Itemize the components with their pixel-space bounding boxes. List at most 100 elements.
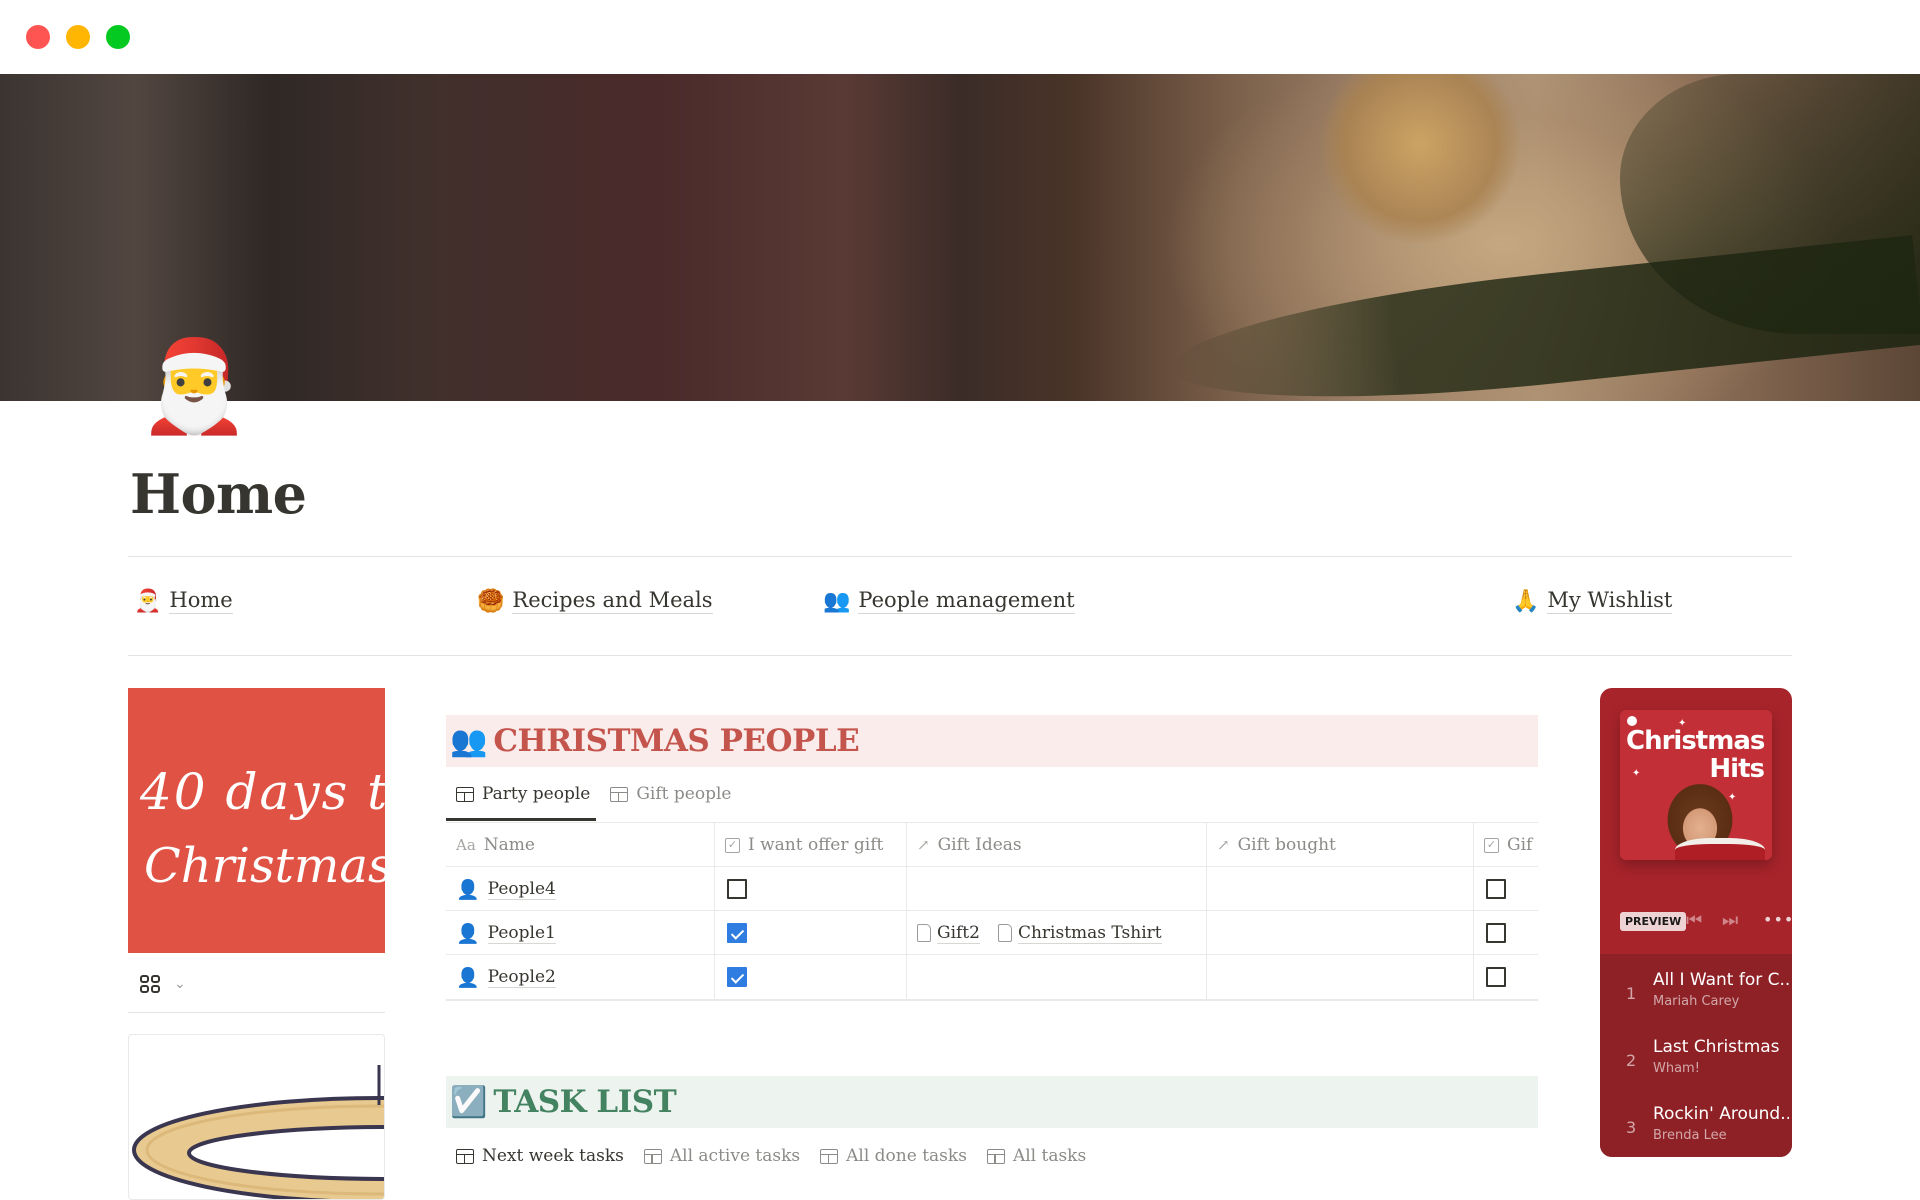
close-window-button[interactable] <box>26 25 50 49</box>
chevron-down-icon: ⌄ <box>174 976 186 992</box>
nav-link-label: Home <box>169 588 233 614</box>
person-name-link[interactable]: People2 <box>487 967 556 988</box>
person-name-link[interactable]: People1 <box>487 923 556 944</box>
gift-done-cell <box>1474 867 1538 911</box>
sparkle-icon: ✦ <box>1678 718 1687 729</box>
offer-gift-checkbox[interactable] <box>727 879 747 899</box>
divider <box>128 556 1792 557</box>
gift-bought-cell[interactable] <box>1207 911 1474 955</box>
tab-label: All active tasks <box>669 1146 801 1166</box>
nav-link-label: My Wishlist <box>1547 588 1673 614</box>
column-label: I want offer gift <box>748 835 884 855</box>
track-item[interactable]: 2 Last Christmas Wham! <box>1600 1027 1792 1087</box>
tab-all-done-tasks[interactable]: All done tasks <box>810 1139 977 1173</box>
section-heading: CHRISTMAS PEOPLE <box>493 723 860 759</box>
table-view-icon <box>643 1148 662 1164</box>
track-artist: Brenda Lee <box>1653 1128 1727 1143</box>
nav-link-wishlist[interactable]: 🙏 My Wishlist <box>1512 588 1673 614</box>
gift-bought-cell[interactable] <box>1207 867 1474 911</box>
maximize-window-button[interactable] <box>106 25 130 49</box>
minimize-window-button[interactable] <box>66 25 90 49</box>
relation-link[interactable]: Gift2 <box>937 923 980 944</box>
nav-link-recipes[interactable]: 🥮 Recipes and Meals <box>477 588 713 614</box>
person-name-link[interactable]: People4 <box>487 879 556 900</box>
countdown-card[interactable]: 40 days to Christmas! <box>128 688 385 953</box>
cover-image <box>0 74 1920 401</box>
tab-next-week-tasks[interactable]: Next week tasks <box>446 1139 634 1173</box>
wreath-pixel-art <box>132 1065 384 1199</box>
divider <box>128 655 1792 656</box>
track-title: Rockin' Around.. <box>1653 1104 1789 1124</box>
tab-gift-people[interactable]: Gift people <box>600 777 741 811</box>
active-tab-indicator <box>446 818 596 821</box>
gift-done-checkbox[interactable] <box>1486 967 1506 987</box>
santa-icon: 🎅 <box>134 588 162 614</box>
gift-ideas-cell[interactable]: Gift2 Christmas Tshirt <box>907 911 1207 955</box>
next-track-icon[interactable]: ⏭ <box>1722 910 1738 931</box>
playlist-cover-art[interactable]: Christmas Hits ✦ ✦ ✦ <box>1620 710 1772 860</box>
previous-track-icon[interactable]: ⏮ <box>1686 910 1702 931</box>
nav-link-people[interactable]: 👥 People management <box>823 588 1075 614</box>
tab-label: All tasks <box>1012 1146 1087 1166</box>
column-label: Gif <box>1507 835 1533 855</box>
artist-photo-coat <box>1675 838 1765 860</box>
column-header-gift-ideas[interactable]: ↗ Gift Ideas <box>907 823 1207 867</box>
person-icon: 👤 <box>456 878 480 901</box>
tab-all-tasks[interactable]: All tasks <box>977 1139 1096 1173</box>
offer-gift-checkbox[interactable] <box>727 923 747 943</box>
column-header-gift-done[interactable]: ✓ Gif <box>1474 823 1538 867</box>
nav-link-home[interactable]: 🎅 Home <box>134 588 233 614</box>
offer-gift-cell <box>715 955 907 999</box>
offer-gift-checkbox[interactable] <box>727 967 747 987</box>
people-view-tabs: Party people Gift people <box>446 777 741 811</box>
column-header-name[interactable]: Aa Name <box>446 823 715 867</box>
santa-page-icon[interactable]: 🎅 <box>138 342 250 432</box>
gift-done-checkbox[interactable] <box>1486 879 1506 899</box>
column-label: Name <box>483 835 535 855</box>
track-number: 3 <box>1626 1118 1637 1137</box>
countdown-text-line1: 40 days to <box>140 763 385 821</box>
nav-link-label: People management <box>858 588 1075 614</box>
table-view-icon <box>456 786 474 802</box>
tab-all-active-tasks[interactable]: All active tasks <box>634 1139 810 1173</box>
track-title: Last Christmas <box>1653 1037 1780 1057</box>
track-item[interactable]: 3 Rockin' Around.. Brenda Lee <box>1600 1094 1792 1154</box>
track-artist: Wham! <box>1653 1061 1700 1076</box>
gift-ideas-cell[interactable] <box>907 955 1207 999</box>
gallery-view-switcher[interactable]: ⌄ <box>140 975 186 993</box>
gift-done-cell <box>1474 911 1538 955</box>
gift-done-checkbox[interactable] <box>1486 923 1506 943</box>
gift-ideas-cell[interactable] <box>907 867 1207 911</box>
person-icon: 👤 <box>456 922 480 945</box>
table-row[interactable]: 👤 People1 Gift2 Christmas Tshirt <box>446 911 1538 955</box>
track-item[interactable]: 1 All I Want for C.. Mariah Carey <box>1600 960 1792 1020</box>
text-property-icon: Aa <box>456 836 476 854</box>
column-header-gift-bought[interactable]: ↗ Gift bought <box>1207 823 1474 867</box>
checkbox-property-icon: ✓ <box>1484 837 1499 853</box>
track-artist: Mariah Carey <box>1653 994 1740 1009</box>
track-list: 1 All I Want for C.. Mariah Carey 2 Last… <box>1600 954 1792 1157</box>
nav-link-label: Recipes and Meals <box>512 588 713 614</box>
wreath-image-card[interactable] <box>128 1034 385 1200</box>
spotify-embed: Christmas Hits ✦ ✦ ✦ PREVIEW ⏮ ⏭ ••• 1 A… <box>1600 688 1792 1157</box>
table-header-row: Aa Name ✓ I want offer gift ↗ Gift Ideas… <box>446 823 1538 867</box>
table-view-icon <box>820 1148 839 1164</box>
table-row[interactable]: 👤 People4 <box>446 867 1538 911</box>
column-header-offer-gift[interactable]: ✓ I want offer gift <box>715 823 907 867</box>
gift-bought-cell[interactable] <box>1207 955 1474 999</box>
people-table: Aa Name ✓ I want offer gift ↗ Gift Ideas… <box>446 822 1538 1001</box>
section-heading: TASK LIST <box>493 1084 677 1120</box>
relation-link[interactable]: Christmas Tshirt <box>1017 923 1162 944</box>
tab-party-people[interactable]: Party people <box>446 777 600 811</box>
sparkle-icon: ✦ <box>1632 768 1641 779</box>
name-cell: 👤 People2 <box>446 955 715 999</box>
column-label: Gift bought <box>1237 835 1336 855</box>
table-row[interactable]: 👤 People2 <box>446 955 1538 999</box>
offer-gift-cell <box>715 867 907 911</box>
countdown-text-line2: Christmas! <box>144 838 385 894</box>
people-icon: 👥 <box>823 588 851 614</box>
relation-arrow-icon: ↗ <box>1217 836 1230 854</box>
divider <box>128 1012 385 1013</box>
offer-gift-cell <box>715 911 907 955</box>
more-options-icon[interactable]: ••• <box>1763 910 1792 929</box>
